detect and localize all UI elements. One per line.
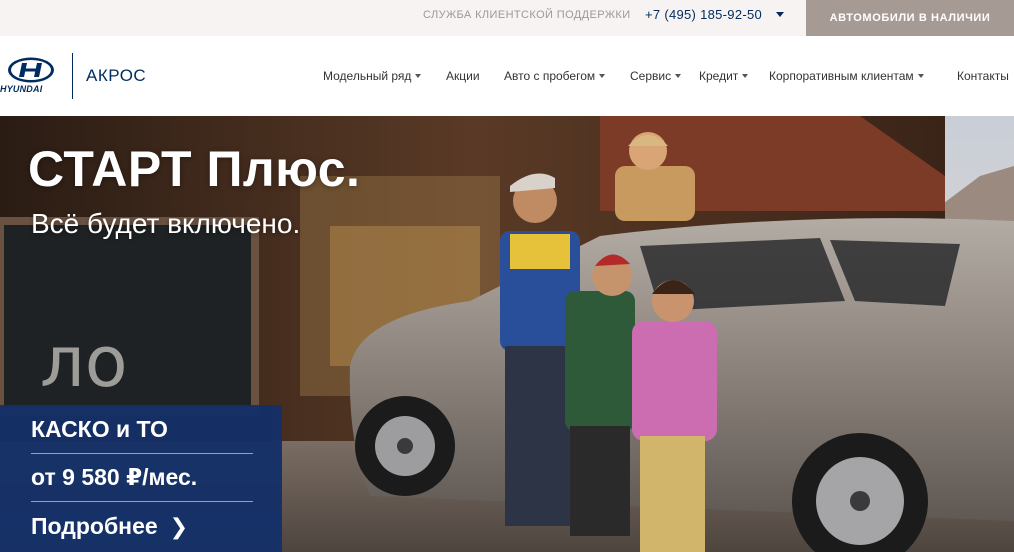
nav-item-label: Модельный ряд xyxy=(323,69,412,83)
site-header: HYUNDAI АКРОС Модельный ряд Акции Авто с… xyxy=(0,36,1014,116)
header-divider xyxy=(72,53,73,99)
hero-banner[interactable]: ло СТАРТ Плюс. Всё будет включено. КАСКО… xyxy=(0,116,1014,552)
promo-more-link[interactable]: Подробнее ❯ xyxy=(31,513,188,540)
nav-item-label: Авто с пробегом xyxy=(504,69,596,83)
phone-dropdown-icon[interactable] xyxy=(776,12,784,17)
nav-item-label: Кредит xyxy=(699,69,739,83)
hero-title: СТАРТ Плюс. xyxy=(28,141,361,197)
svg-text:ло: ло xyxy=(40,321,128,403)
nav-item-corporate[interactable]: Корпоративным клиентам xyxy=(769,68,924,84)
nav-item-label: Корпоративным клиентам xyxy=(769,69,914,83)
top-utility-bar: СЛУЖБА КЛИЕНТСКОЙ ПОДДЕРЖКИ +7 (495) 185… xyxy=(0,0,1014,36)
cars-in-stock-button[interactable]: АВТОМОБИЛИ В НАЛИЧИИ xyxy=(806,0,1014,36)
hero-subtitle: Всё будет включено. xyxy=(31,208,301,239)
promo-headline: КАСКО и ТО xyxy=(31,416,168,442)
nav-item-offers[interactable]: Акции xyxy=(446,68,480,84)
chevron-right-icon: ❯ xyxy=(169,513,189,539)
brand-wordmark: HYUNDAI xyxy=(0,84,43,94)
nav-item-label: Сервис xyxy=(630,69,672,83)
dealer-name[interactable]: АКРОС xyxy=(86,66,146,86)
nav-item-label: Акции xyxy=(446,69,480,83)
chevron-down-icon xyxy=(917,74,924,78)
chevron-down-icon xyxy=(675,74,682,78)
chevron-down-icon xyxy=(742,74,749,78)
promo-divider xyxy=(31,501,253,502)
nav-item-label: Контакты xyxy=(957,69,1009,83)
promo-divider xyxy=(31,453,253,454)
promo-panel: КАСКО и ТО от 9 580 ₽/мес. Подробнее ❯ xyxy=(0,405,282,552)
customer-support-link[interactable]: СЛУЖБА КЛИЕНТСКОЙ ПОДДЕРЖКИ xyxy=(423,9,631,21)
phone-number[interactable]: +7 (495) 185-92-50 xyxy=(645,7,762,22)
promo-price: от 9 580 ₽/мес. xyxy=(31,464,198,490)
nav-item-service[interactable]: Сервис xyxy=(630,68,682,84)
chevron-down-icon xyxy=(599,74,606,78)
nav-item-used-cars[interactable]: Авто с пробегом xyxy=(504,68,606,84)
nav-item-models[interactable]: Модельный ряд xyxy=(323,68,422,84)
nav-item-credit[interactable]: Кредит xyxy=(699,68,749,84)
promo-more-label: Подробнее xyxy=(31,513,158,539)
chevron-down-icon xyxy=(415,74,422,78)
nav-item-contacts[interactable]: Контакты xyxy=(957,68,1009,84)
